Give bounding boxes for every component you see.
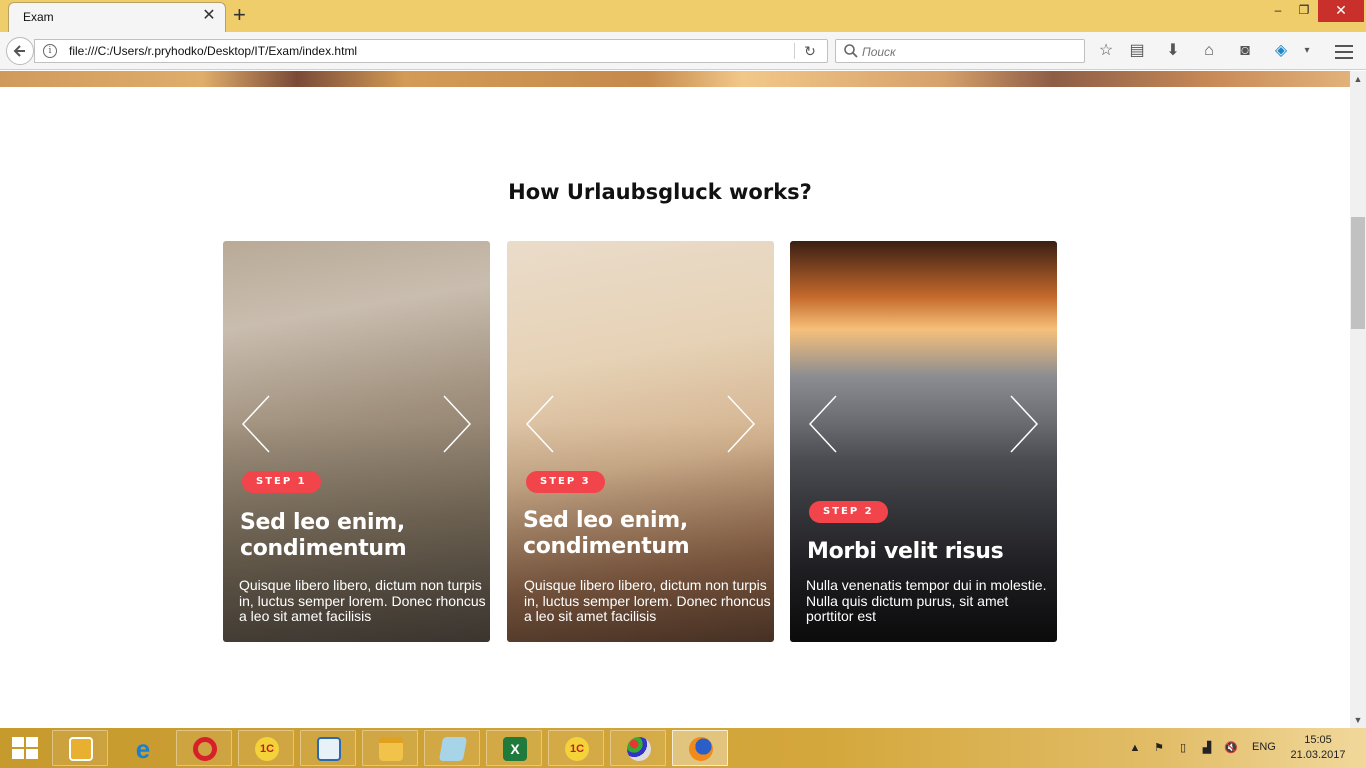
url-separator — [794, 43, 795, 59]
system-clock[interactable]: 15:05 21.03.2017 — [1288, 733, 1348, 763]
volume-muted-icon[interactable]: 🔇 — [1224, 741, 1238, 755]
chevron-left-icon — [525, 395, 554, 453]
notepad-icon[interactable] — [424, 730, 480, 766]
chevron-left-icon — [241, 395, 270, 453]
page-content: How Urlaubsgluck works? STEP 1 Sed leo e… — [0, 71, 1350, 728]
minimize-button[interactable]: – — [1266, 0, 1290, 22]
back-arrow-icon — [13, 45, 25, 57]
card-heading: Sed leo enim, condimentum — [240, 510, 407, 561]
home-icon[interactable]: ⌂ — [1199, 41, 1219, 61]
carousel-prev-button[interactable] — [523, 394, 557, 454]
extension-icon[interactable]: ◈ — [1271, 41, 1291, 61]
browser-titlebar: Exam ✕ + – ❐ ✕ — [0, 0, 1366, 32]
scrollbar-thumb[interactable] — [1351, 217, 1365, 329]
clock-time: 15:05 — [1304, 734, 1332, 746]
browser-tab[interactable]: Exam ✕ — [8, 2, 226, 32]
opera-icon[interactable] — [176, 730, 232, 766]
step-badge: STEP 2 — [809, 501, 888, 523]
card-description: Nulla venenatis tempor dui in molestie. … — [806, 577, 1047, 624]
paint-icon[interactable] — [610, 730, 666, 766]
url-text[interactable]: file:///C:/Users/r.pryhodko/Desktop/IT/E… — [69, 44, 357, 58]
internet-explorer-icon[interactable]: e — [114, 730, 170, 766]
scrollbar-track[interactable] — [1350, 71, 1366, 728]
search-bar[interactable] — [835, 39, 1085, 63]
windows-taskbar: e 1С X 1С ▲ ⚑ ▯ ▟ 🔇 ENG 15:05 21.03.2017 — [0, 728, 1366, 768]
language-indicator[interactable]: ENG — [1252, 741, 1276, 753]
network-signal-icon[interactable]: ▟ — [1200, 741, 1214, 755]
excel-icon[interactable]: X — [486, 730, 542, 766]
new-tab-button[interactable]: + — [233, 4, 253, 26]
tray-expand-icon[interactable]: ▲ — [1128, 741, 1142, 755]
address-bar[interactable]: i file:///C:/Users/r.pryhodko/Desktop/IT… — [34, 39, 828, 63]
chevron-left-icon — [808, 395, 837, 453]
step-card: STEP 1 Sed leo enim, condimentum Quisque… — [223, 241, 490, 642]
step-badge: STEP 3 — [526, 471, 605, 493]
chevron-right-icon — [727, 395, 756, 453]
step-card: STEP 3 Sed leo enim, condimentum Quisque… — [507, 241, 774, 642]
carousel-next-button[interactable] — [1007, 394, 1041, 454]
firefox-icon[interactable] — [672, 730, 728, 766]
back-button[interactable] — [6, 37, 34, 65]
scroll-down-icon[interactable]: ▼ — [1350, 712, 1366, 728]
reading-list-icon[interactable]: ▤ — [1127, 41, 1147, 61]
clock-date: 21.03.2017 — [1290, 749, 1346, 761]
1c-icon[interactable]: 1С — [548, 730, 604, 766]
card-heading: Sed leo enim, condimentum — [523, 508, 690, 559]
reload-icon[interactable]: ↻ — [801, 42, 819, 60]
windows-start-icon[interactable] — [12, 737, 38, 759]
card-heading: Morbi velit risus — [807, 539, 1004, 564]
maximize-button[interactable]: ❐ — [1292, 0, 1316, 22]
tab-close-icon[interactable]: ✕ — [201, 8, 217, 24]
1c-icon[interactable]: 1С — [238, 730, 294, 766]
page-title: How Urlaubsgluck works? — [508, 180, 812, 204]
network-app-icon[interactable] — [300, 730, 356, 766]
extension-dropdown-icon[interactable]: ▾ — [1297, 41, 1317, 61]
file-explorer-icon[interactable] — [362, 730, 418, 766]
card-description: Quisque libero libero, dictum non turpis… — [239, 577, 486, 624]
carousel-prev-button[interactable] — [239, 394, 273, 454]
hamburger-menu-icon[interactable] — [1333, 41, 1355, 61]
step-card: STEP 2 Morbi velit risus Nulla venenatis… — [790, 241, 1057, 642]
action-center-flag-icon[interactable]: ⚑ — [1152, 741, 1166, 755]
browser-navbar: i file:///C:/Users/r.pryhodko/Desktop/IT… — [0, 32, 1366, 70]
outlook-icon[interactable] — [52, 730, 108, 766]
carousel-next-button[interactable] — [440, 394, 474, 454]
chevron-right-icon — [1010, 395, 1039, 453]
scroll-up-icon[interactable]: ▲ — [1350, 71, 1366, 87]
card-description: Quisque libero libero, dictum non turpis… — [524, 577, 771, 624]
search-icon — [844, 44, 858, 58]
bookmark-star-icon[interactable]: ☆ — [1096, 41, 1116, 61]
search-input[interactable] — [862, 43, 1077, 60]
tab-title: Exam — [23, 10, 54, 24]
carousel-next-button[interactable] — [724, 394, 758, 454]
info-icon[interactable]: i — [43, 44, 57, 58]
downloads-icon[interactable]: ⬇ — [1163, 41, 1183, 61]
battery-icon[interactable]: ▯ — [1176, 741, 1190, 755]
step-badge: STEP 1 — [242, 471, 321, 493]
pocket-icon[interactable]: ◙ — [1235, 41, 1255, 61]
hero-image-strip — [0, 71, 1350, 87]
chevron-right-icon — [443, 395, 472, 453]
close-window-button[interactable]: ✕ — [1318, 0, 1364, 22]
carousel-prev-button[interactable] — [806, 394, 840, 454]
